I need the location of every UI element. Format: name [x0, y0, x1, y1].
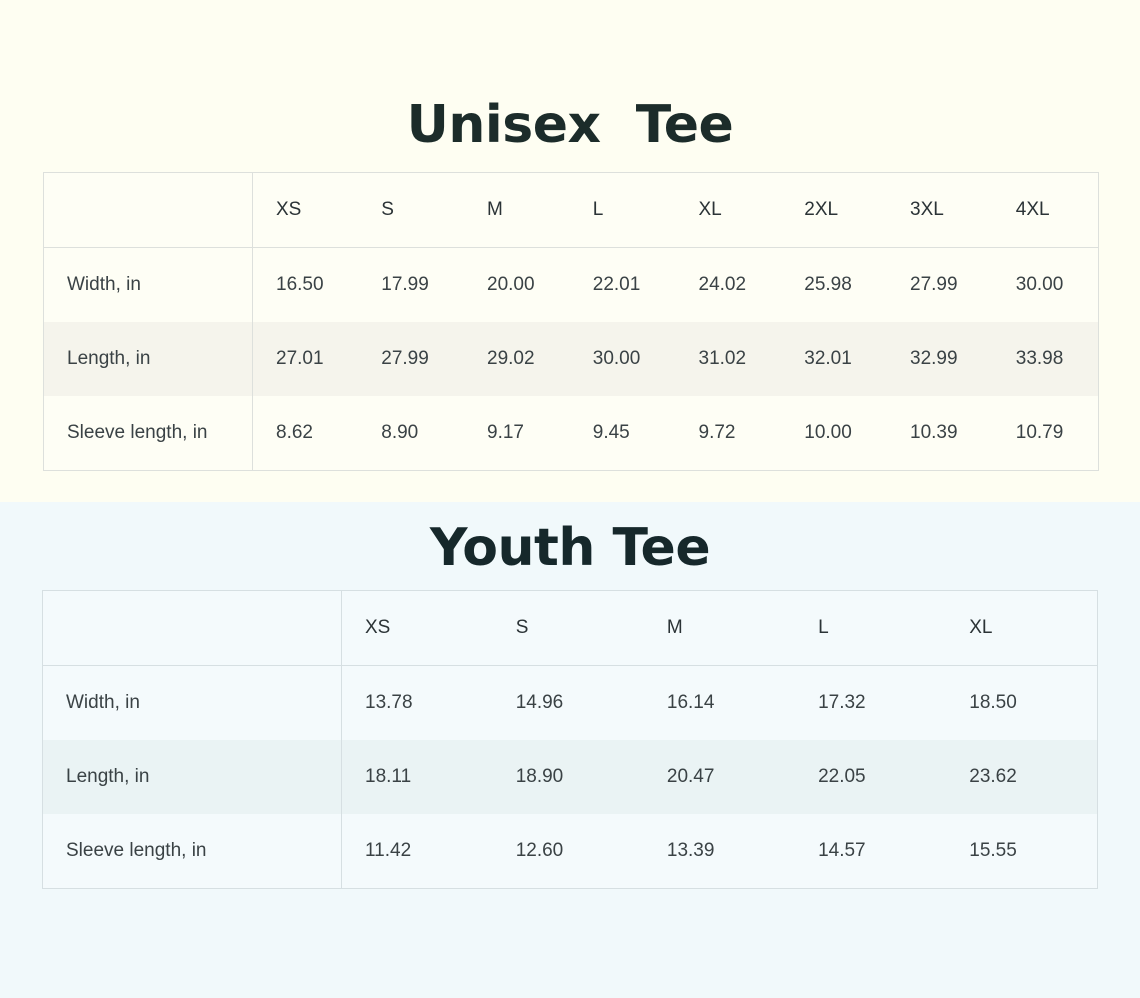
corner-cell: [42, 590, 342, 666]
value-cell: 24.02: [698, 274, 747, 295]
value-cell: 29.02: [487, 348, 535, 369]
corner-cell: [43, 172, 253, 248]
table-row-length: Length, in 18.11 18.90 20.47 22.05 23.62: [42, 740, 1098, 814]
row-label: Length, in: [42, 740, 342, 814]
row-label: Width, in: [42, 665, 342, 740]
value-cell: 8.62: [276, 422, 313, 443]
value-cell: 22.05: [818, 766, 866, 787]
size-header-l: L: [818, 617, 829, 638]
value-cell: 27.99: [381, 348, 429, 369]
value-cell: 32.01: [804, 348, 852, 369]
header-row: XS S M L XL 2XL 3XL 4XL: [43, 172, 1099, 248]
value-cell: 12.60: [515, 840, 564, 861]
table-row-width: Width, in 13.78 14.96 16.14 17.32 18.50: [42, 665, 1098, 740]
value-cell: 16.50: [276, 274, 324, 295]
unisex-size-table: XS S M L XL 2XL 3XL 4XL Width, in 16.50 …: [43, 172, 1099, 471]
row-label: Width, in: [43, 247, 253, 322]
value-cell: 14.96: [515, 692, 564, 713]
youth-title: Youth Tee: [429, 518, 711, 578]
value-cell: 10.39: [910, 422, 958, 443]
value-cell: 13.78: [365, 692, 413, 713]
row-label: Length, in: [43, 322, 253, 396]
table-row-width: Width, in 16.50 17.99 20.00 22.01 24.02 …: [43, 247, 1099, 322]
value-cell: 18.90: [515, 766, 564, 787]
size-header-m: M: [487, 199, 503, 220]
value-cell: 15.55: [969, 840, 1017, 861]
size-header-l: L: [592, 199, 604, 220]
size-header-4xl: 4XL: [1015, 199, 1050, 220]
value-cell: 25.98: [804, 274, 852, 295]
size-header-xs: XS: [365, 617, 391, 638]
size-header-m: M: [666, 617, 683, 638]
youth-section: Youth Tee XS S M L XL Width, in 13.78 14…: [0, 502, 1140, 998]
value-cell: 31.02: [698, 348, 747, 369]
value-cell: 13.39: [666, 840, 715, 861]
value-cell: 20.00: [487, 274, 535, 295]
table-row-sleeve-length: Sleeve length, in 11.42 12.60 13.39 14.5…: [42, 814, 1098, 889]
value-cell: 30.00: [592, 348, 641, 369]
size-header-s: S: [381, 199, 394, 220]
table-row-length: Length, in 27.01 27.99 29.02 30.00 31.02…: [43, 322, 1099, 396]
value-cell: 11.42: [365, 840, 412, 861]
value-cell: 18.50: [969, 692, 1017, 713]
row-label: Sleeve length, in: [43, 396, 253, 471]
value-cell: 10.00: [804, 422, 852, 443]
table-row-sleeve-length: Sleeve length, in 8.62 8.90 9.17 9.45 9.…: [43, 396, 1099, 471]
size-header-s: S: [515, 617, 529, 638]
value-cell: 9.45: [592, 422, 630, 443]
value-cell: 9.17: [487, 422, 524, 443]
value-cell: 10.79: [1015, 422, 1064, 443]
value-cell: 17.32: [818, 692, 866, 713]
size-header-2xl: 2XL: [804, 199, 839, 220]
value-cell: 23.62: [969, 766, 1017, 787]
value-cell: 20.47: [666, 766, 715, 787]
size-header-xs: XS: [276, 199, 302, 220]
value-cell: 9.72: [698, 422, 736, 443]
value-cell: 14.57: [818, 840, 866, 861]
value-cell: 27.01: [276, 348, 324, 369]
unisex-title: Unisex Tee: [406, 95, 734, 155]
value-cell: 33.98: [1015, 348, 1064, 369]
value-cell: 30.00: [1015, 274, 1064, 295]
size-header-xl: XL: [698, 199, 722, 220]
value-cell: 16.14: [666, 692, 715, 713]
value-cell: 22.01: [592, 274, 641, 295]
youth-size-table: XS S M L XL Width, in 13.78 14.96 16.14 …: [42, 590, 1098, 889]
value-cell: 32.99: [910, 348, 958, 369]
value-cell: 17.99: [381, 274, 429, 295]
size-header-xl: XL: [969, 617, 993, 638]
value-cell: 18.11: [365, 766, 412, 787]
header-row: XS S M L XL: [42, 590, 1098, 666]
unisex-section: Unisex Tee XS S M L XL 2XL 3XL 4XL Width…: [0, 0, 1140, 502]
size-header-3xl: 3XL: [910, 199, 944, 220]
value-cell: 8.90: [381, 422, 419, 443]
row-label: Sleeve length, in: [42, 814, 342, 889]
value-cell: 27.99: [910, 274, 958, 295]
